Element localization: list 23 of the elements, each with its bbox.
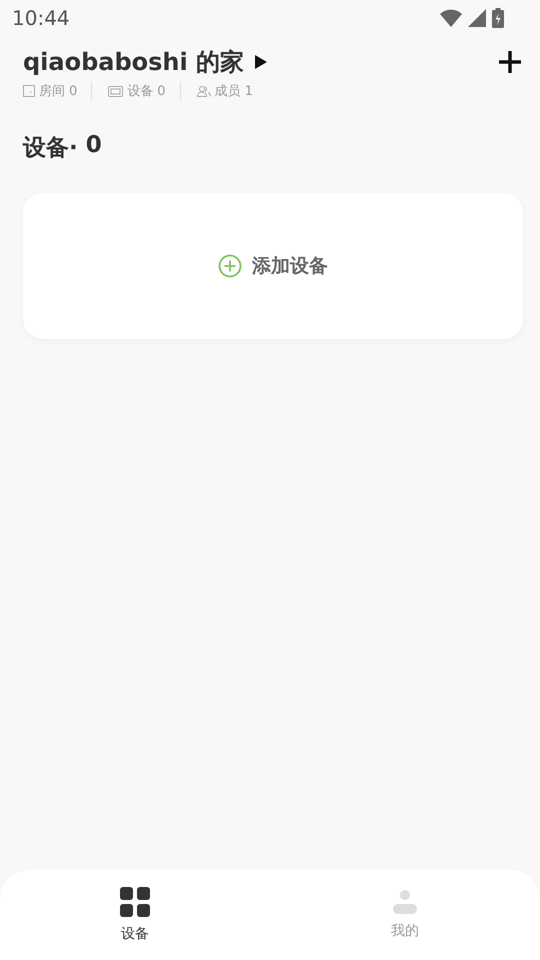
plus-circle-icon <box>218 254 242 278</box>
stat-count: 0 <box>157 84 166 98</box>
battery-icon <box>492 8 504 28</box>
device-icon <box>108 86 124 96</box>
section-count: 0 <box>86 132 102 160</box>
people-icon <box>196 85 211 97</box>
add-device-button[interactable]: 添加设备 <box>218 253 328 279</box>
stat-label: 房间 <box>39 83 65 100</box>
stat-label: 设备 <box>127 83 154 100</box>
door-icon <box>23 85 35 97</box>
home-title[interactable]: qiaobaboshi 的家 <box>23 46 244 78</box>
nav-tab[interactable]: 设备 <box>0 870 270 960</box>
grid-icon <box>120 887 150 917</box>
status-time: 10:44 <box>12 6 70 30</box>
wifi-icon <box>440 9 462 27</box>
section-title: 设备· <box>23 134 78 163</box>
stat-count: 1 <box>244 84 253 98</box>
stat-label: 成员 <box>214 83 241 100</box>
user-icon <box>393 890 417 914</box>
play-triangle-icon[interactable] <box>254 54 268 70</box>
plus-icon[interactable] <box>498 50 522 74</box>
signal-icon <box>468 9 486 27</box>
stat-count: 0 <box>69 84 78 98</box>
